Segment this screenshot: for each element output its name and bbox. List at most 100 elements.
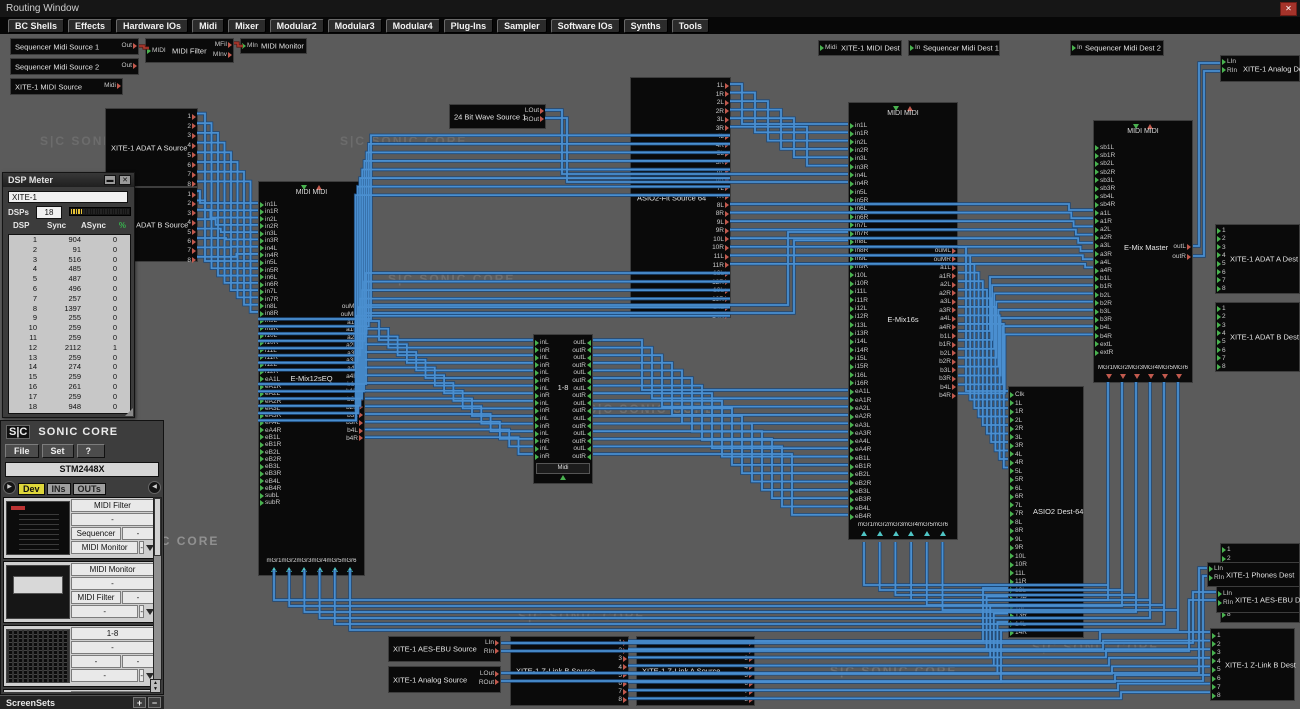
port-eB3R[interactable]: eB3R (850, 496, 872, 503)
port-12R[interactable]: 12R (1010, 595, 1028, 602)
port-Out[interactable]: Out (121, 42, 137, 49)
port-RIn[interactable]: RIn (1222, 67, 1238, 74)
device-field[interactable]: Sequencer (71, 527, 121, 540)
module-analog-dest[interactable]: XITE-1 Analog DesLInRIn (1220, 55, 1300, 82)
port-extR[interactable]: extR (1095, 349, 1114, 356)
device-entry[interactable]: 1-8----- (3, 625, 156, 687)
port-in4L[interactable]: in4L (850, 172, 868, 179)
port-outL[interactable]: outL (1172, 243, 1191, 250)
menu-item-modular4[interactable]: Modular4 (386, 19, 440, 33)
port-in1R[interactable]: in1R (260, 208, 279, 215)
port-14R[interactable]: 14R (711, 313, 729, 320)
port-1[interactable]: 1 (1222, 546, 1232, 553)
port-6[interactable]: 6 (1217, 347, 1227, 354)
port-4L[interactable]: 4L (1010, 451, 1023, 458)
port-outR[interactable]: outR (571, 362, 591, 369)
port-a2R[interactable]: a2R (938, 290, 956, 297)
port-extL[interactable]: extL (1095, 341, 1113, 348)
port-a2R[interactable]: a2R (1095, 234, 1113, 241)
port-4R[interactable]: 4R (1010, 459, 1024, 466)
port-1L[interactable]: 1L (1010, 400, 1023, 407)
port-8[interactable]: 8 (186, 257, 196, 264)
dsp-meter-window[interactable]: DSP Meter ▬ ✕ XITE-1 DSPs 18 DSP Sync AS… (2, 172, 135, 418)
port-i15L[interactable]: i15L (850, 355, 868, 362)
port-3L[interactable]: 3L (716, 116, 729, 123)
module-seq-midi-source-2[interactable]: Sequencer Midi Source 2Out (10, 58, 139, 75)
group-output-arrow-icon[interactable] (1176, 374, 1182, 379)
port-ouML[interactable]: ouML (341, 303, 363, 310)
port-6R[interactable]: 6R (715, 176, 729, 183)
close-icon[interactable]: ✕ (119, 175, 131, 185)
port-2[interactable]: 2 (743, 647, 753, 654)
module-adat-a-dest[interactable]: XITE-1 ADAT A Dest12345678 (1215, 224, 1300, 294)
midi-monitor-thumbnail-icon[interactable] (6, 565, 70, 619)
port-9R[interactable]: 9R (715, 227, 729, 234)
module-xite-midi-source[interactable]: XITE-1 MIDI SourceMidi (10, 78, 123, 95)
port-4[interactable]: 4 (186, 219, 196, 226)
module-e-mix-master[interactable]: MIDI MIDIE-Mix Mastersb1Lsb1Rsb2Lsb2Rsb3… (1093, 120, 1193, 383)
port-eA4L[interactable]: eA4L (260, 419, 281, 426)
port-1[interactable]: 1 (743, 639, 753, 646)
port-2[interactable]: 2 (1217, 313, 1227, 320)
port-8L[interactable]: 8L (1010, 519, 1023, 526)
routing-canvas[interactable]: S|C SONIC CORES|C SONIC CORES|C SONIC CO… (0, 34, 1300, 709)
port-5[interactable]: 5 (186, 152, 196, 159)
device-entry[interactable]: E-Mix Master-omni-- (3, 689, 156, 692)
device-name[interactable]: 1-8 (71, 627, 154, 640)
port-b3R[interactable]: b3R (1095, 316, 1113, 323)
add-screenset-button[interactable]: + (133, 697, 146, 708)
port-outL[interactable]: outL (572, 400, 591, 407)
port-in3L[interactable]: in3L (260, 230, 278, 237)
port-sb3L[interactable]: sb3L (1095, 177, 1115, 184)
port-eB2L[interactable]: eB2L (260, 449, 281, 456)
port-b1L[interactable]: b1L (1095, 275, 1112, 282)
port-a2L[interactable]: a2L (1095, 226, 1112, 233)
port-inL[interactable]: inL (535, 430, 550, 437)
port-3[interactable]: 3 (1217, 244, 1227, 251)
port-10L[interactable]: 10L (1010, 553, 1027, 560)
module-z-link-a-source[interactable]: XITE-1 Z-Link A Source12345678 (636, 636, 755, 706)
minimize-icon[interactable]: ▬ (104, 175, 116, 185)
port-in2R[interactable]: in2R (260, 223, 279, 230)
port-a4L[interactable]: a4L (1095, 259, 1112, 266)
port-in3L[interactable]: in3L (850, 155, 868, 162)
port-sb1L[interactable]: sb1L (1095, 144, 1115, 151)
port-i12R[interactable]: i12R (260, 368, 279, 375)
port-ROut[interactable]: ROut (478, 679, 499, 686)
device-field[interactable]: - (139, 541, 144, 554)
module-z-link-b-source[interactable]: XITE-1 Z-Link B Source12345678 (510, 636, 629, 706)
port-a3R[interactable]: a3R (345, 357, 363, 364)
port-eA2L[interactable]: eA2L (260, 390, 281, 397)
port-b3L[interactable]: b3L (1095, 308, 1112, 315)
port-11L[interactable]: 11L (713, 253, 729, 260)
port-7L[interactable]: 7L (1010, 502, 1023, 509)
port-7[interactable]: 7 (186, 247, 196, 254)
port-eB4L[interactable]: eB4L (260, 478, 281, 485)
port-in1L[interactable]: in1L (260, 201, 278, 208)
screensets-bar[interactable]: ScreenSets + − (0, 695, 164, 709)
port-8[interactable]: 8 (1217, 285, 1227, 292)
port-eA1L[interactable]: eA1L (260, 376, 281, 383)
menu-item-sampler[interactable]: Sampler (497, 19, 547, 33)
group-output-arrow-icon[interactable] (1134, 374, 1140, 379)
port-in6R[interactable]: in6R (850, 214, 869, 221)
port-6[interactable]: 6 (1217, 269, 1227, 276)
port-2[interactable]: 2 (186, 123, 196, 130)
device-field[interactable]: MIDI Monitor (71, 541, 138, 554)
port-eB1L[interactable]: eB1L (260, 434, 281, 441)
port-i11L[interactable]: i11L (850, 288, 868, 295)
port-11R[interactable]: 11R (712, 262, 729, 269)
port-a4L[interactable]: a4L (346, 365, 363, 372)
port-b1R[interactable]: b1R (1095, 283, 1113, 290)
module-e-mix12seq[interactable]: MIDI MIDIE-Mix12sEQin1Lin1Rin2Lin2Rin3Li… (258, 181, 365, 576)
port-in5L[interactable]: in5L (260, 259, 278, 266)
port-outR[interactable]: outR (1171, 253, 1191, 260)
port-a1L[interactable]: a1L (346, 319, 363, 326)
port-b2L[interactable]: b2L (939, 350, 956, 357)
port-6R[interactable]: 6R (1010, 493, 1024, 500)
port-3R[interactable]: 3R (715, 125, 729, 132)
port-in2L[interactable]: in2L (850, 139, 868, 146)
port-eB2R[interactable]: eB2R (260, 456, 282, 463)
port-a4L[interactable]: a4L (939, 315, 956, 322)
group-input-arrow-icon[interactable] (560, 475, 566, 480)
